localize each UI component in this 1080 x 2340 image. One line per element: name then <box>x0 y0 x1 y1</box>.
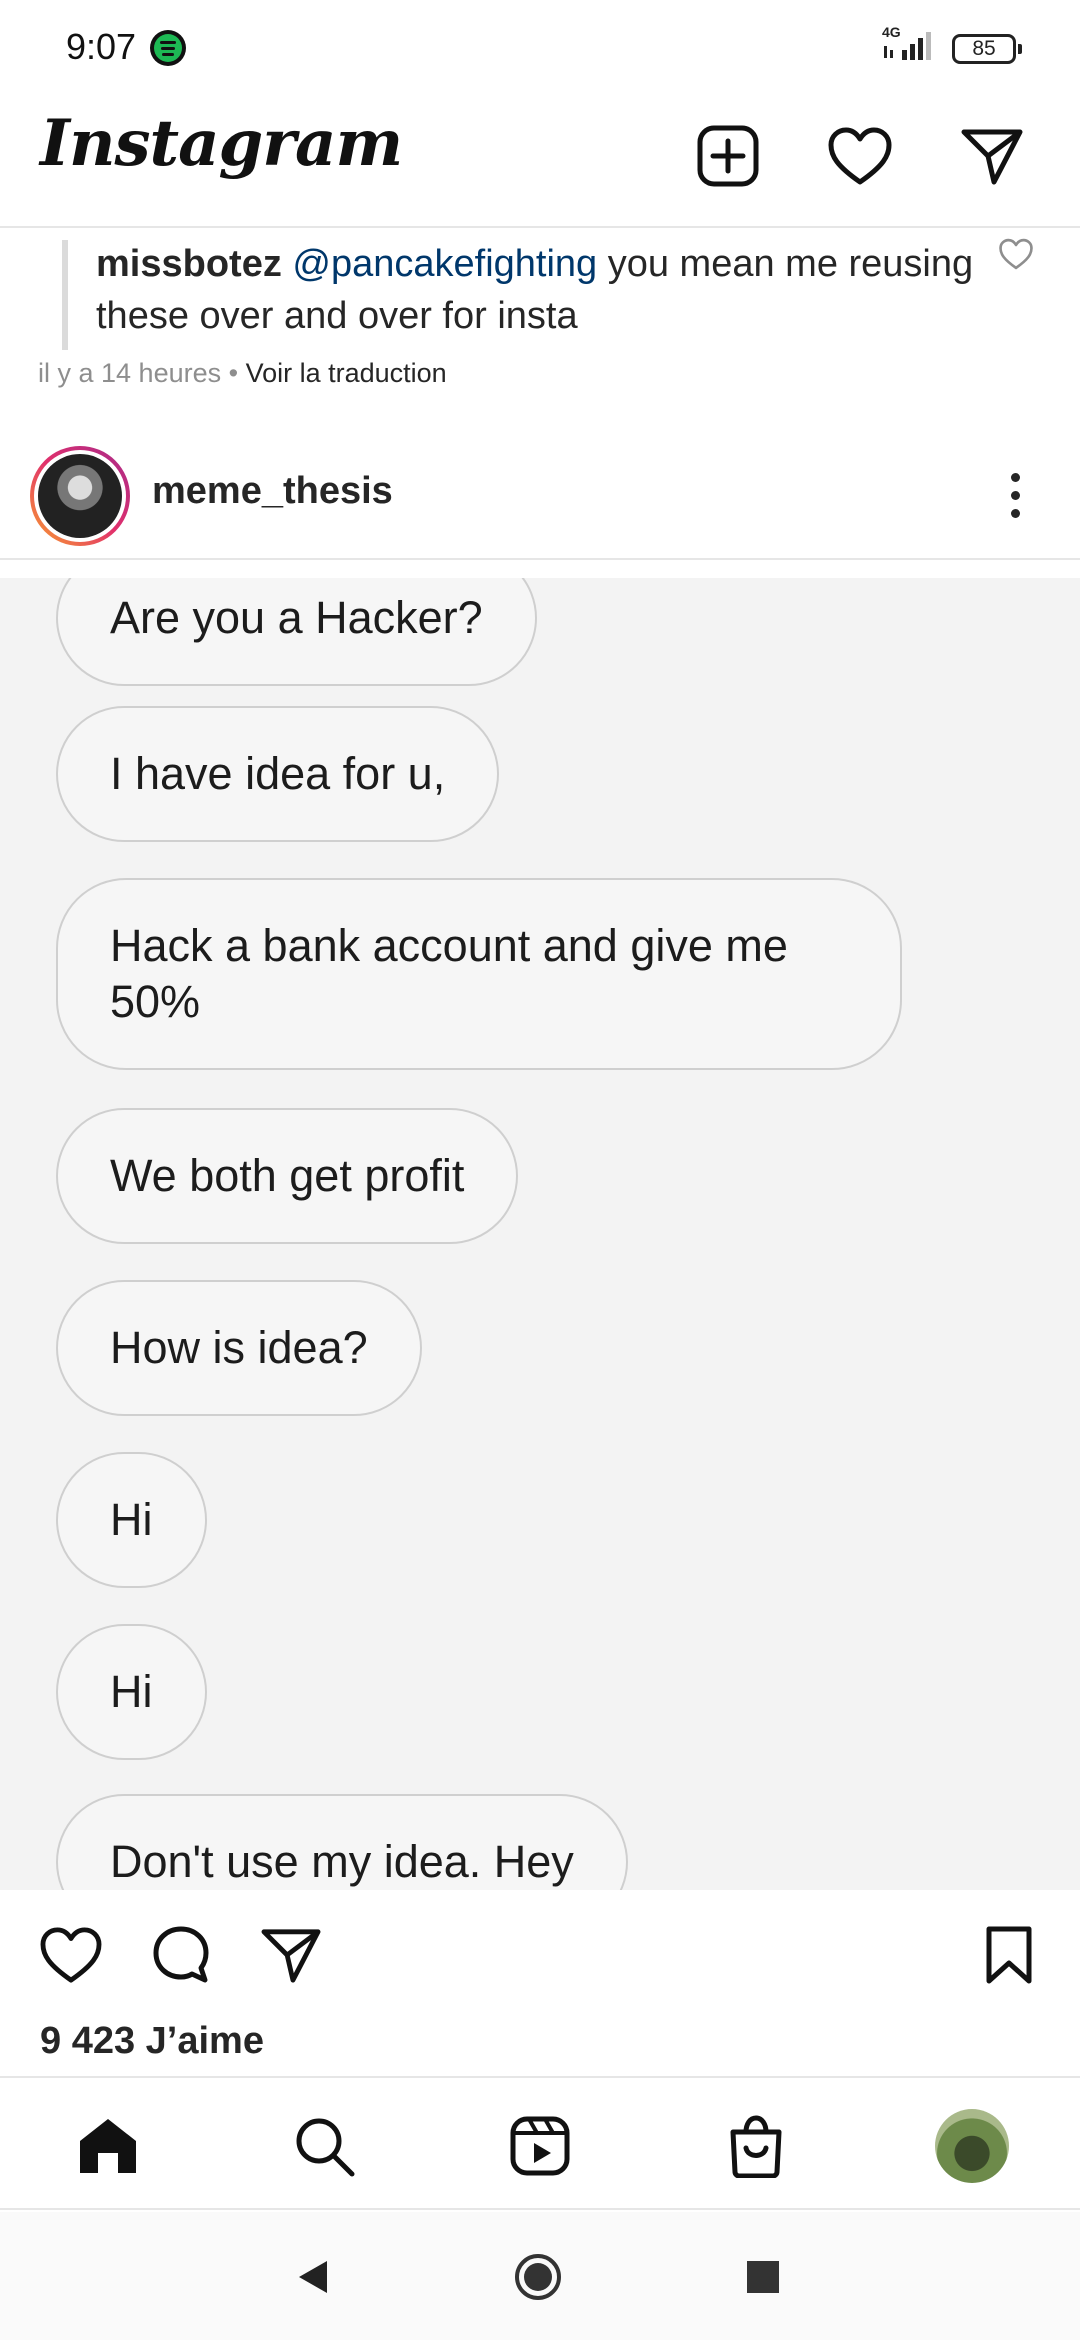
save-button[interactable] <box>974 1920 1044 1990</box>
signal-icon: 4G <box>880 24 940 64</box>
comment-time: il y a 14 heures <box>38 358 222 388</box>
profile-avatar <box>935 2109 1009 2183</box>
new-post-icon <box>697 125 759 187</box>
instagram-logo: Instagram <box>40 106 403 181</box>
chat-bubble: How is idea? <box>56 1280 422 1416</box>
nav-home[interactable] <box>70 2108 146 2184</box>
comment-like-button[interactable] <box>998 238 1038 278</box>
post-image[interactable]: Are you a Hacker? I have idea for u, Hac… <box>0 578 1080 1890</box>
nav-shop[interactable] <box>718 2108 794 2184</box>
heart-icon <box>40 1927 102 1983</box>
post-header: meme_thesis <box>0 430 1080 560</box>
network-label: 4G <box>882 24 901 40</box>
status-time: 9:07 <box>66 26 137 67</box>
story-ring[interactable] <box>30 446 130 546</box>
bottom-nav <box>0 2076 1080 2210</box>
back-icon <box>299 2261 327 2293</box>
more-icon <box>1010 472 1020 482</box>
chat-bubble: I have idea for u, <box>56 706 500 842</box>
shop-icon <box>730 2115 782 2178</box>
chat-bubble: Hi <box>56 1624 207 1760</box>
system-recents-button[interactable] <box>738 2252 788 2302</box>
chat-bubble: Hi <box>56 1452 207 1588</box>
post-username[interactable]: meme_thesis <box>152 470 393 513</box>
direct-message-icon <box>961 129 1023 185</box>
chat-bubble: Don't use my idea. Hey <box>56 1794 628 1890</box>
comment-icon <box>153 1926 209 1983</box>
heart-outline-icon <box>999 238 1033 270</box>
nav-search[interactable] <box>286 2108 362 2184</box>
comment-mention[interactable]: @pancakefighting <box>292 243 597 285</box>
comment-text: missbotez @pancakefighting you mean me r… <box>96 238 976 342</box>
home-circle-icon <box>515 2254 561 2300</box>
home-icon <box>80 2119 136 2173</box>
comment-username[interactable]: missbotez <box>96 243 282 285</box>
post-actions <box>0 1890 1080 2030</box>
share-icon <box>261 1929 321 1983</box>
more-options-button[interactable] <box>990 460 1040 530</box>
meta-separator: • <box>221 358 246 388</box>
search-icon <box>296 2118 355 2177</box>
app-header: Instagram <box>0 96 1080 228</box>
heart-icon <box>828 127 892 185</box>
comment-button[interactable] <box>146 1920 216 1990</box>
recents-icon <box>747 2261 779 2293</box>
spotify-icon <box>150 30 186 66</box>
comment-indent-bar <box>62 240 68 350</box>
share-button[interactable] <box>256 1920 326 1990</box>
comment: missbotez @pancakefighting you mean me r… <box>0 228 1080 408</box>
new-post-button[interactable] <box>688 116 768 196</box>
like-button[interactable] <box>36 1920 106 1990</box>
chat-bubble: Hack a bank account and give me 50% <box>56 878 902 1070</box>
bookmark-icon <box>986 1926 1032 1984</box>
system-home-button[interactable] <box>513 2252 563 2302</box>
system-back-button[interactable] <box>288 2252 338 2302</box>
nav-profile[interactable] <box>934 2108 1010 2184</box>
comment-meta: il y a 14 heures • Voir la traduction <box>38 358 447 389</box>
nav-reels[interactable] <box>502 2108 578 2184</box>
chat-bubble: Are you a Hacker? <box>56 578 537 686</box>
activity-button[interactable] <box>820 116 900 196</box>
battery-icon: 85 <box>952 34 1022 64</box>
avatar <box>38 454 122 538</box>
status-bar: 9:07 4G 85 <box>0 0 1080 96</box>
direct-messages-button[interactable] <box>952 116 1032 196</box>
reels-icon <box>510 2116 570 2176</box>
chat-bubble: We both get profit <box>56 1108 519 1244</box>
likes-count[interactable]: 9 423 J’aime <box>40 2020 264 2063</box>
system-nav <box>0 2212 1080 2340</box>
see-translation-link[interactable]: Voir la traduction <box>246 358 447 388</box>
